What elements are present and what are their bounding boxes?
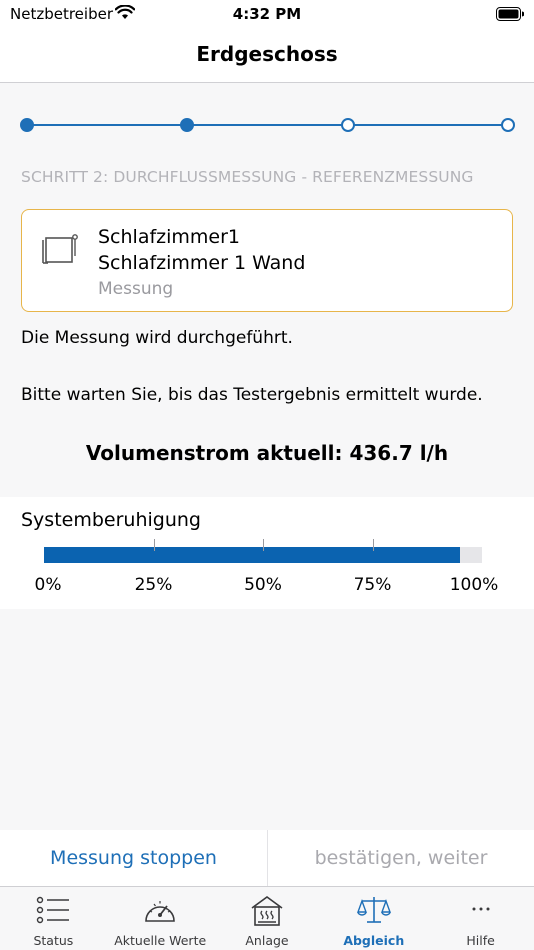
wait-text: Bitte warten Sie, bis das Testergebnis e… (21, 385, 483, 405)
step-connector (27, 124, 188, 126)
step-dot-3 (340, 118, 355, 132)
window-icon (42, 234, 78, 264)
system-settling-panel: Systemberuhigung 0% 25% 50% 75% 100% (0, 497, 534, 609)
tab-label-status: Status (33, 933, 74, 948)
tab-bar: Status Aktuelle Werte Anlage Abgleich Hi… (0, 886, 534, 950)
list-icon (37, 896, 70, 924)
clock: 4:32 PM (232, 5, 302, 23)
measurement-running-text: Die Messung wird durchgeführt. (21, 328, 293, 348)
action-bar: Messung stoppen bestätigen, weiter (0, 830, 534, 886)
flow-rate-readout: Volumenstrom aktuell: 436.7 l/h (85, 441, 449, 465)
tab-help[interactable]: Hilfe (427, 887, 534, 950)
progress-tick-label: 0% (34, 575, 62, 595)
progress-bar-fill (44, 547, 461, 563)
tab-label-current-values: Aktuelle Werte (114, 933, 207, 948)
room-wall: Schlafzimmer 1 Wand (98, 252, 306, 274)
more-icon (472, 907, 490, 911)
status-bar: Netzbetreiber 4:32 PM (0, 0, 534, 28)
step-connector (347, 124, 508, 126)
tab-system[interactable]: Anlage (214, 887, 321, 950)
room-card[interactable]: Schlafzimmer1 Schlafzimmer 1 Wand Messun… (21, 209, 513, 312)
progress-tick-label: 75% (353, 575, 392, 595)
tab-label-balancing: Abgleich (343, 933, 405, 948)
gauge-icon (145, 901, 175, 922)
tab-label-help: Hilfe (466, 933, 495, 948)
scale-icon (356, 897, 391, 923)
step-caption: SCHRITT 2: DURCHFLUSSMESSUNG - REFERENZM… (21, 168, 474, 186)
stop-measurement-button[interactable]: Messung stoppen (0, 830, 267, 886)
progress-tick-label: 25% (134, 575, 173, 595)
progress-tick-label: 100% (449, 575, 499, 595)
step-progress-indicator (20, 112, 515, 138)
nav-bar: Erdgeschoss (0, 28, 534, 83)
step-dot-4 (501, 118, 515, 132)
room-type: Messung (98, 279, 174, 299)
tab-current-values[interactable]: Aktuelle Werte (107, 887, 214, 950)
heating-icon (251, 896, 283, 926)
progress-tick (153, 539, 155, 551)
progress-title: Systemberuhigung (21, 509, 201, 531)
battery-icon (496, 7, 524, 21)
step-connector (187, 124, 348, 126)
step-dot-1 (20, 118, 34, 132)
tab-balancing[interactable]: Abgleich (320, 887, 427, 950)
room-name: Schlafzimmer1 (98, 226, 241, 248)
progress-tick (372, 539, 374, 551)
tab-label-system: Anlage (245, 933, 289, 948)
progress-tick (263, 539, 264, 551)
confirm-next-button[interactable]: bestätigen, weiter (267, 830, 534, 886)
tab-status[interactable]: Status (0, 887, 107, 950)
step-dot-2 (180, 118, 195, 132)
progress-tick-label: 50% (244, 575, 282, 595)
page-title: Erdgeschoss (196, 42, 338, 66)
